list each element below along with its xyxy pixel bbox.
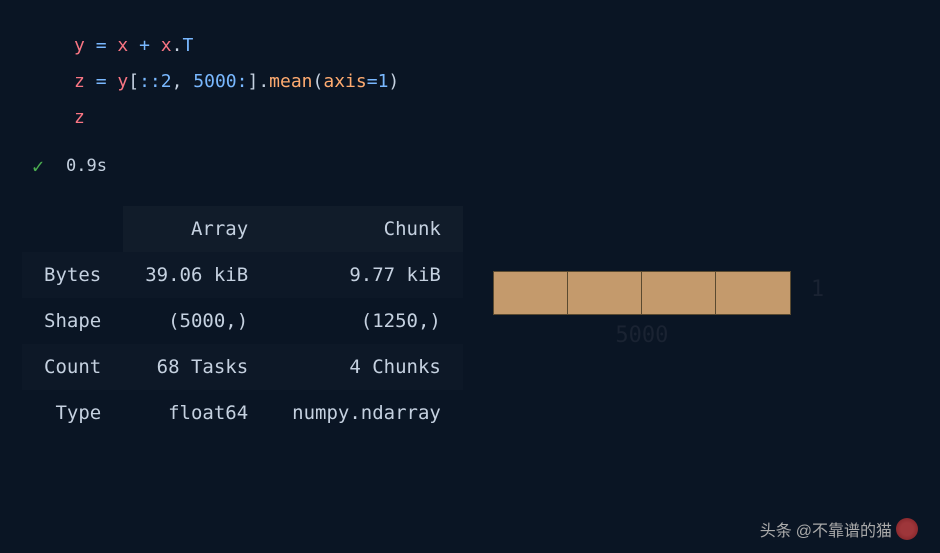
chunk-cell bbox=[568, 272, 642, 314]
table-header-chunk: Chunk bbox=[270, 206, 463, 252]
row-label: Count bbox=[22, 344, 123, 390]
watermark: 头条 @不靠谱的猫 bbox=[760, 517, 918, 541]
chunk-diagram: 5000 1 bbox=[493, 271, 824, 348]
table-row: Bytes 39.06 kiB 9.77 kiB bbox=[22, 252, 463, 298]
row-label: Shape bbox=[22, 298, 123, 344]
chunk-cell bbox=[642, 272, 716, 314]
row-label: Bytes bbox=[22, 252, 123, 298]
watermark-badge-icon bbox=[896, 518, 918, 540]
execution-status: ✓ 0.9s bbox=[0, 154, 940, 178]
table-header-blank bbox=[22, 206, 123, 252]
row-array-value: (5000,) bbox=[123, 298, 270, 344]
row-chunk-value: 9.77 kiB bbox=[270, 252, 463, 298]
chunk-bar bbox=[493, 271, 791, 315]
execution-time: 0.9s bbox=[66, 156, 107, 176]
dim-label-bottom: 5000 bbox=[493, 323, 791, 348]
watermark-prefix: 头条 bbox=[760, 517, 792, 541]
row-array-value: 68 Tasks bbox=[123, 344, 270, 390]
check-icon: ✓ bbox=[32, 154, 44, 178]
row-label: Type bbox=[22, 390, 123, 436]
table-row: Shape (5000,) (1250,) bbox=[22, 298, 463, 344]
dim-label-right: 1 bbox=[811, 277, 824, 302]
array-info-table: Array Chunk Bytes 39.06 kiB 9.77 kiB Sha… bbox=[22, 206, 463, 436]
chunk-cell bbox=[494, 272, 568, 314]
table-row: Type float64 numpy.ndarray bbox=[22, 390, 463, 436]
watermark-handle: @不靠谱的猫 bbox=[796, 517, 892, 541]
table-row: Count 68 Tasks 4 Chunks bbox=[22, 344, 463, 390]
row-chunk-value: 4 Chunks bbox=[270, 344, 463, 390]
row-chunk-value: numpy.ndarray bbox=[270, 390, 463, 436]
code-cell[interactable]: y = x + x.T z = y[::2, 5000:].mean(axis=… bbox=[0, 0, 940, 136]
row-chunk-value: (1250,) bbox=[270, 298, 463, 344]
code-line-2: z = y[::2, 5000:].mean(axis=1) bbox=[74, 64, 940, 100]
row-array-value: float64 bbox=[123, 390, 270, 436]
row-array-value: 39.06 kiB bbox=[123, 252, 270, 298]
code-line-3: z bbox=[74, 100, 940, 136]
table-header-array: Array bbox=[123, 206, 270, 252]
chunk-cell bbox=[716, 272, 790, 314]
output-area: Array Chunk Bytes 39.06 kiB 9.77 kiB Sha… bbox=[0, 206, 940, 436]
code-line-1: y = x + x.T bbox=[74, 28, 940, 64]
